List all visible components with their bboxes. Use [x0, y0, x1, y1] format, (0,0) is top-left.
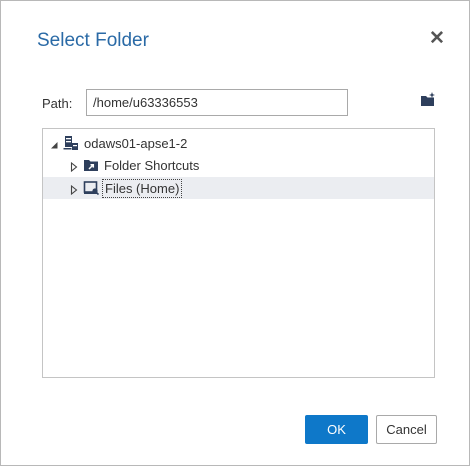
- cancel-button[interactable]: Cancel: [376, 415, 437, 444]
- close-icon[interactable]: ✕: [428, 29, 446, 48]
- folder-shortcut-icon: [83, 157, 99, 173]
- collapsed-triangle-icon[interactable]: [69, 183, 79, 196]
- dialog-title: Select Folder: [37, 30, 149, 51]
- tree-node-files-home[interactable]: Files (Home): [43, 177, 434, 199]
- folder-tree[interactable]: odaws01-apse1-2 Folder Shortcuts Files (…: [42, 128, 435, 378]
- ok-button[interactable]: OK: [305, 415, 368, 444]
- new-folder-icon[interactable]: [419, 91, 437, 109]
- path-label: Path:: [42, 96, 73, 111]
- tree-node-label: Files (Home): [101, 178, 183, 198]
- path-input[interactable]: [86, 89, 348, 116]
- tree-node-root[interactable]: odaws01-apse1-2: [49, 132, 187, 154]
- tree-node-folder-shortcuts[interactable]: Folder Shortcuts: [69, 154, 199, 176]
- collapsed-triangle-icon[interactable]: [69, 160, 79, 173]
- tree-node-label: Folder Shortcuts: [104, 157, 200, 173]
- select-folder-dialog: Select Folder ✕ Path: /home/u63336553 od…: [0, 0, 470, 466]
- expanded-triangle-icon[interactable]: [49, 138, 59, 149]
- server-icon: [63, 135, 79, 151]
- tree-node-label: odaws01-apse1-2: [84, 135, 188, 151]
- home-folder-icon: [83, 180, 100, 196]
